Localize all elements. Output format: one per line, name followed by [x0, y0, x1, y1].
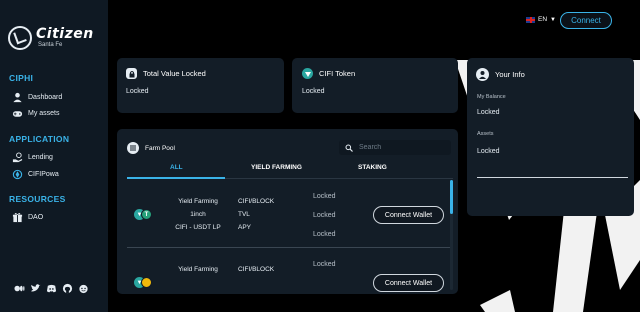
- tvl-card-title: Total Value Locked: [126, 68, 206, 79]
- sidebar-item-label: DAO: [28, 214, 44, 221]
- medium-icon[interactable]: [14, 283, 25, 294]
- stat-label-tvl: TVL: [238, 211, 250, 218]
- cifi-token-card: [292, 58, 458, 113]
- sidebar: Citizen Santa Fe CIPHI Dashboard My asse…: [0, 0, 108, 312]
- balance-label: My Balance: [477, 94, 506, 100]
- stat-label-cifi-block: CIFI/BLOCK: [238, 198, 275, 205]
- token-pair-icons: ▼ T: [134, 209, 156, 221]
- language-selector[interactable]: EN ▼: [526, 16, 556, 23]
- connect-button[interactable]: Connect: [560, 12, 612, 29]
- pool-row: ▼ T Yield Farming 1inch CIFI - USDT LP C…: [127, 180, 451, 248]
- list-icon: [127, 142, 139, 154]
- usdt-token-icon: T: [141, 209, 152, 220]
- stat-value-cifi-block: Locked: [313, 193, 336, 200]
- sidebar-item-label: Lending: [28, 154, 53, 161]
- brand-logo[interactable]: Citizen Santa Fe: [8, 26, 94, 50]
- tvl-card: [117, 58, 284, 113]
- social-links: [14, 283, 89, 294]
- tab-staking[interactable]: STAKING: [358, 164, 387, 171]
- pool-type: Yield Farming: [178, 198, 218, 205]
- pool-row: ▼ Yield Farming CIFI/BLOCK Locked Connec…: [127, 250, 451, 292]
- assets-label: Assets: [477, 131, 494, 137]
- person-icon: [13, 92, 22, 103]
- brand-name: Citizen: [36, 26, 94, 42]
- assets-value: Locked: [477, 148, 500, 155]
- sidebar-item-dao[interactable]: DAO: [12, 212, 43, 223]
- farm-pool-title-text: Farm Pool: [145, 144, 175, 152]
- user-circle-icon: [476, 68, 489, 81]
- active-tab-indicator: [127, 177, 225, 179]
- sidebar-item-dashboard[interactable]: Dashboard: [12, 92, 62, 103]
- bnb-token-icon: [141, 277, 152, 288]
- stat-value-apy: Locked: [313, 231, 336, 238]
- sidebar-item-lending[interactable]: Lending: [12, 152, 53, 163]
- gift-icon: [12, 213, 23, 223]
- stat-value-cifi-block: Locked: [313, 261, 336, 268]
- cifi-value: Locked: [302, 88, 325, 95]
- search-box[interactable]: [339, 140, 451, 155]
- logo-icon: [8, 26, 32, 50]
- section-title-application: APPLICATION: [9, 134, 70, 144]
- language-label: EN: [538, 16, 548, 23]
- info-title-text: Your Info: [495, 70, 525, 79]
- cifi-token-icon: [302, 68, 313, 79]
- hand-coin-icon: [12, 152, 23, 163]
- pool-lp-name: CIFI - USDT LP: [175, 224, 221, 231]
- sidebar-item-cifipowa[interactable]: CIFIPowa: [12, 169, 59, 180]
- connect-wallet-button[interactable]: Connect Wallet: [373, 274, 444, 292]
- sidebar-item-label: CIFIPowa: [28, 171, 59, 178]
- pool-list: ▼ T Yield Farming 1inch CIFI - USDT LP C…: [127, 180, 451, 292]
- lock-icon: [126, 68, 137, 79]
- token-pair-icons: ▼: [134, 277, 156, 289]
- search-input[interactable]: [359, 144, 449, 151]
- connect-wallet-button[interactable]: Connect Wallet: [373, 206, 444, 224]
- section-title-ciphi: CIPHI: [9, 73, 34, 83]
- stat-label-cifi-block: CIFI/BLOCK: [238, 266, 275, 273]
- info-divider: [477, 177, 628, 178]
- tvl-value: Locked: [126, 88, 149, 95]
- brand-subtitle: Santa Fe: [38, 42, 63, 48]
- your-info-card: [467, 58, 634, 216]
- cifi-card-title: CIFI Token: [302, 68, 355, 79]
- powa-icon: [12, 169, 23, 180]
- discord-icon[interactable]: [46, 283, 57, 294]
- farm-pool-title: Farm Pool: [127, 142, 175, 154]
- tvl-title-text: Total Value Locked: [143, 69, 206, 78]
- tab-all[interactable]: ALL: [170, 164, 183, 171]
- github-icon[interactable]: [62, 283, 73, 294]
- sidebar-item-label: My assets: [28, 110, 60, 117]
- search-icon: [345, 144, 353, 152]
- chevron-down-icon: ▼: [550, 16, 556, 23]
- section-title-resources: RESOURCES: [9, 194, 66, 204]
- tab-yield-farming[interactable]: YIELD FARMING: [251, 164, 302, 171]
- pool-list-scroll-thumb[interactable]: [450, 180, 453, 214]
- cifi-title-text: CIFI Token: [319, 69, 356, 78]
- sidebar-item-label: Dashboard: [28, 94, 63, 101]
- balance-value: Locked: [477, 109, 500, 116]
- stat-label-apy: APY: [238, 224, 252, 231]
- sidebar-item-my-assets[interactable]: My assets: [12, 108, 60, 119]
- gamepad-icon: [12, 111, 23, 117]
- pool-pair-name: 1inch: [190, 211, 206, 218]
- stat-value-tvl: Locked: [313, 212, 336, 219]
- tabs-track: [225, 177, 453, 178]
- reddit-icon[interactable]: [78, 283, 89, 294]
- app-root: Citizen Santa Fe CIPHI Dashboard My asse…: [0, 0, 640, 312]
- info-card-title: Your Info: [476, 68, 525, 81]
- twitter-icon[interactable]: [30, 283, 41, 294]
- uk-flag-icon: [526, 16, 535, 23]
- pool-type: Yield Farming: [178, 266, 218, 273]
